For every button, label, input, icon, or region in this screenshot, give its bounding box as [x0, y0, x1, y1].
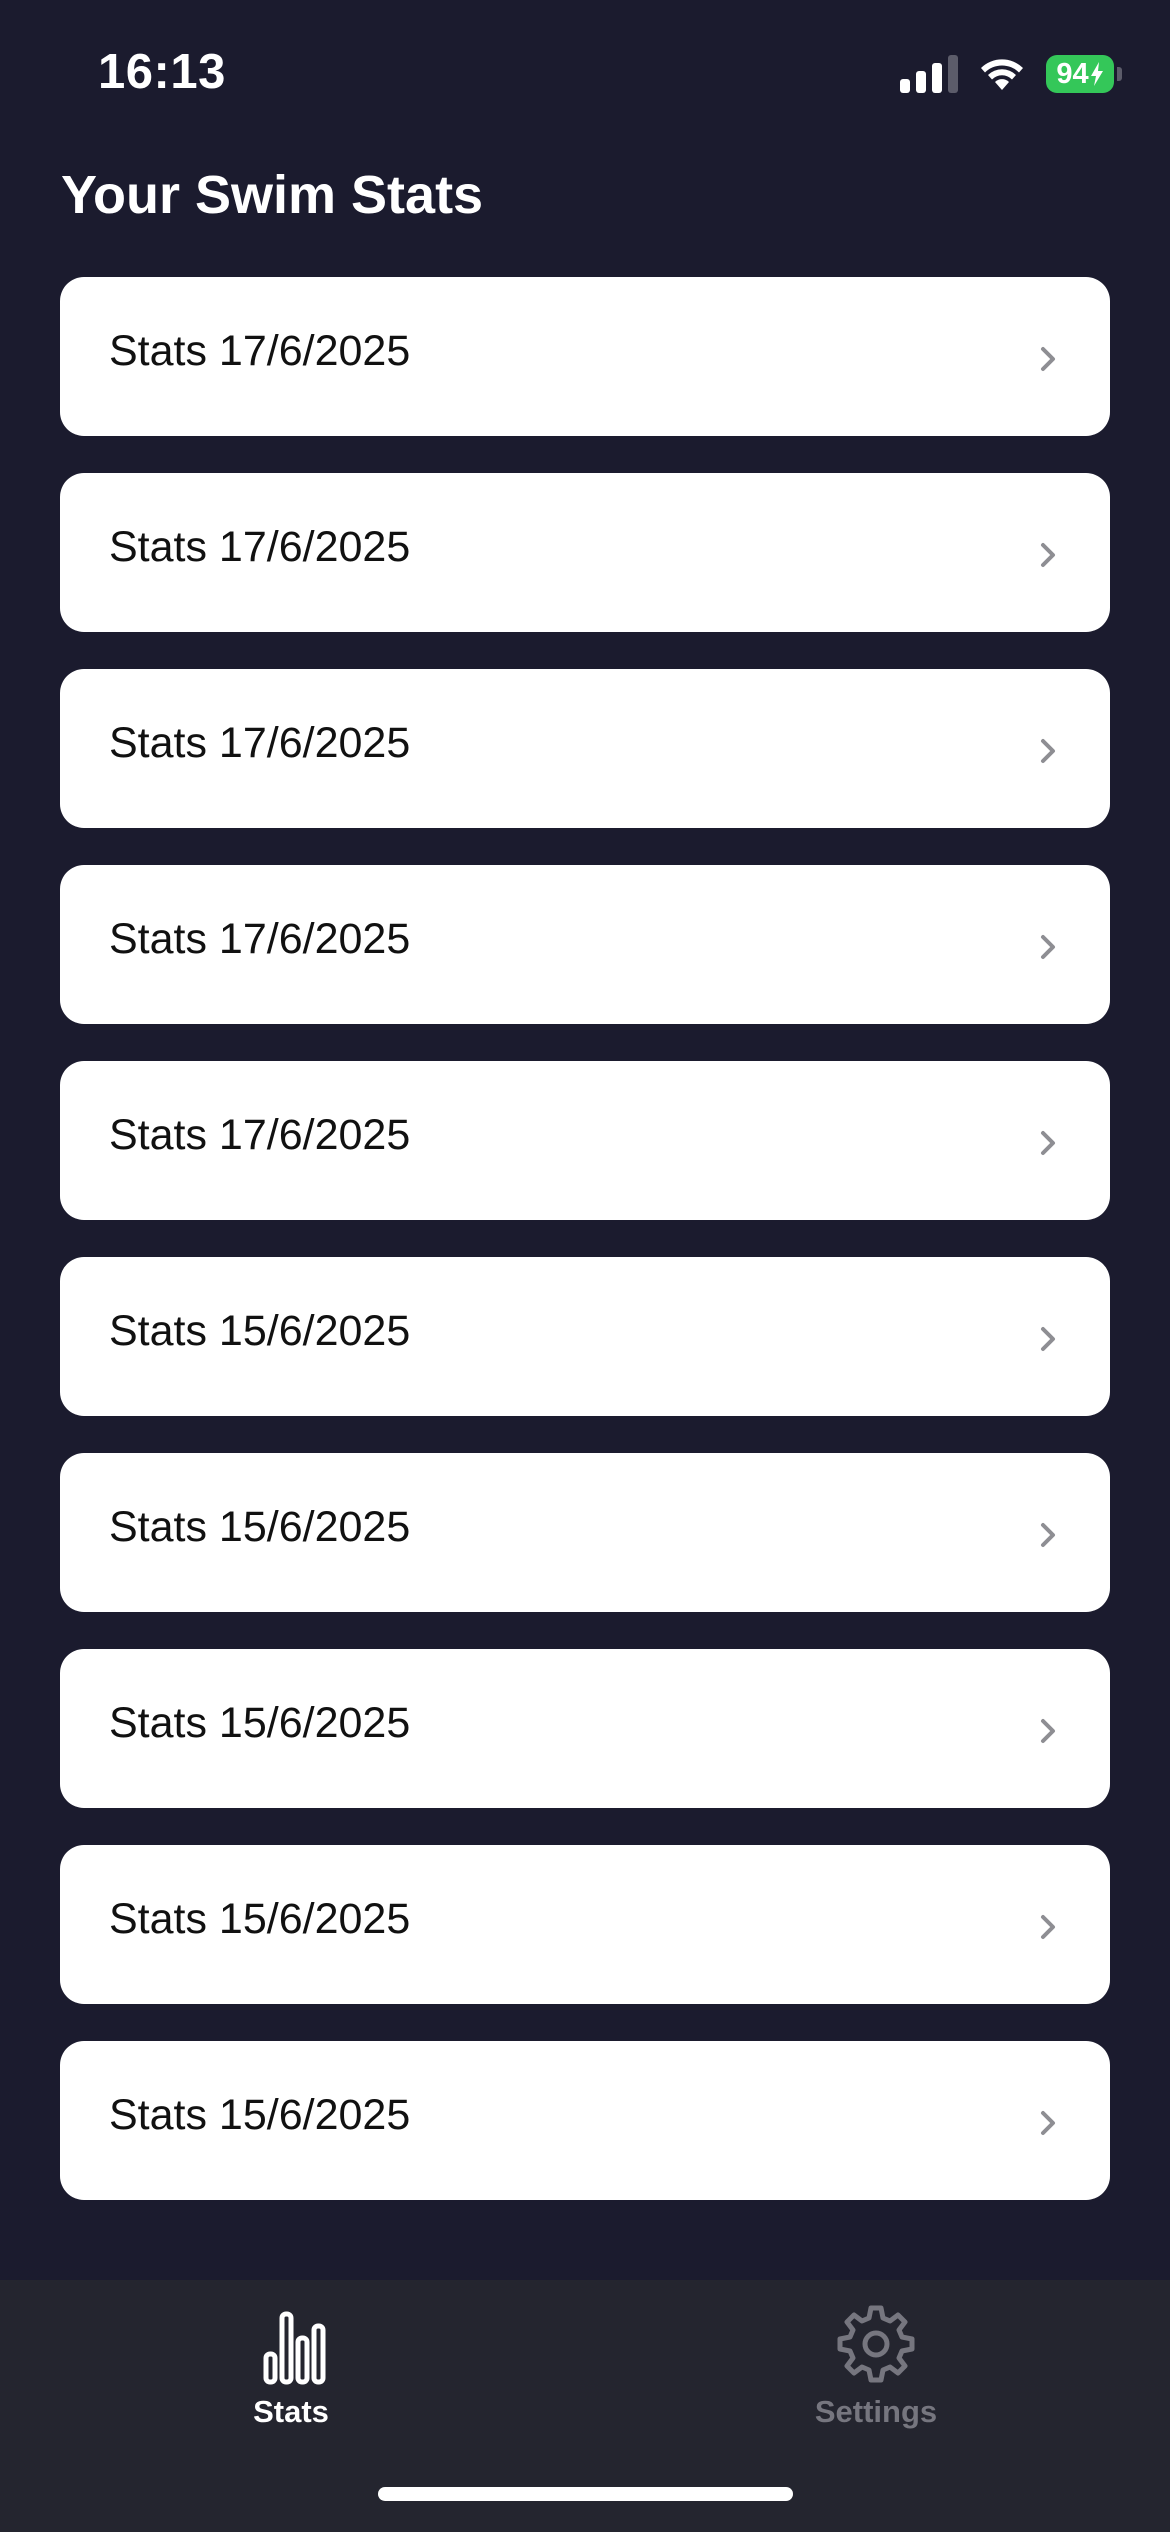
- stats-list-item[interactable]: Stats 17/6/2025: [60, 1061, 1110, 1220]
- chevron-right-icon: [1041, 935, 1055, 959]
- charging-bolt-icon: [1090, 62, 1103, 86]
- chevron-right-icon: [1041, 739, 1055, 763]
- stats-item-label: Stats 15/6/2025: [109, 1895, 411, 1943]
- stats-list-item[interactable]: Stats 15/6/2025: [60, 1453, 1110, 1612]
- stats-item-label: Stats 15/6/2025: [109, 2091, 411, 2139]
- stats-list-item[interactable]: Stats 17/6/2025: [60, 473, 1110, 632]
- stats-item-label: Stats 17/6/2025: [109, 719, 411, 767]
- chevron-right-icon: [1041, 2111, 1055, 2135]
- chevron-right-icon: [1041, 1719, 1055, 1743]
- stats-list-item[interactable]: Stats 15/6/2025: [60, 1845, 1110, 2004]
- chevron-right-icon: [1041, 1327, 1055, 1351]
- stats-list-item[interactable]: Stats 17/6/2025: [60, 669, 1110, 828]
- status-time: 16:13: [98, 45, 226, 99]
- status-bar: 16:13 94: [0, 0, 1170, 150]
- stats-list-item[interactable]: Stats 17/6/2025: [60, 865, 1110, 1024]
- stats-list: Stats 17/6/2025 Stats 17/6/2025 Stats 17/6…: [60, 277, 1110, 2200]
- home-indicator[interactable]: [378, 2487, 793, 2501]
- tab-stats-label: Stats: [253, 2394, 329, 2429]
- chevron-right-icon: [1041, 1131, 1055, 1155]
- cellular-signal-icon: [900, 55, 958, 93]
- gear-icon: [837, 2305, 915, 2383]
- battery-percent: 94: [1056, 57, 1089, 90]
- stats-item-label: Stats 17/6/2025: [109, 1111, 411, 1159]
- stats-list-item[interactable]: Stats 15/6/2025: [60, 1649, 1110, 1808]
- tab-settings[interactable]: Settings: [726, 2300, 1026, 2450]
- stats-list-item[interactable]: Stats 15/6/2025: [60, 2041, 1110, 2200]
- stats-item-label: Stats 15/6/2025: [109, 1699, 411, 1747]
- stats-item-label: Stats 15/6/2025: [109, 1307, 411, 1355]
- stats-list-item[interactable]: Stats 15/6/2025: [60, 1257, 1110, 1416]
- stats-item-label: Stats 15/6/2025: [109, 1503, 411, 1551]
- stats-item-label: Stats 17/6/2025: [109, 327, 411, 375]
- battery-charging-icon: 94: [1046, 55, 1122, 93]
- tab-stats[interactable]: Stats: [141, 2300, 441, 2450]
- stats-list-item[interactable]: Stats 17/6/2025: [60, 277, 1110, 436]
- stats-item-label: Stats 17/6/2025: [109, 915, 411, 963]
- tab-settings-label: Settings: [814, 2394, 938, 2429]
- bar-chart-icon: [263, 2311, 326, 2385]
- page-title: Your Swim Stats: [61, 165, 484, 225]
- chevron-right-icon: [1041, 543, 1055, 567]
- chevron-right-icon: [1041, 1523, 1055, 1547]
- chevron-right-icon: [1041, 347, 1055, 371]
- status-icons: 94: [900, 52, 1122, 96]
- tab-bar: Stats Settings: [0, 2280, 1170, 2532]
- chevron-right-icon: [1041, 1915, 1055, 1939]
- wifi-icon: [981, 59, 1023, 90]
- stats-item-label: Stats 17/6/2025: [109, 523, 411, 571]
